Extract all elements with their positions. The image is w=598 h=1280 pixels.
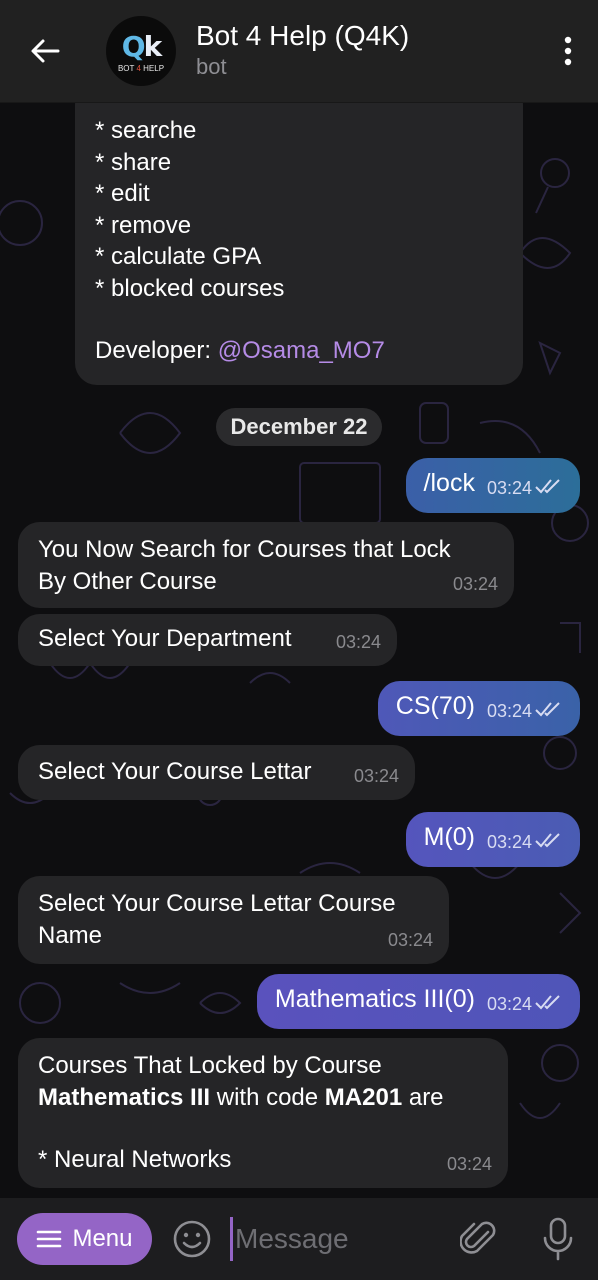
message-incoming[interactable]: Select Your Course Lettar Course Name 03… (18, 876, 449, 964)
emoji-icon[interactable] (172, 1219, 212, 1259)
more-vertical-icon (564, 36, 572, 66)
message-incoming[interactable]: Select Your Course Lettar 03:24 (18, 745, 415, 800)
chat-subtitle: bot (196, 54, 227, 79)
developer-link[interactable]: @Osama_MO7 (218, 337, 385, 364)
message-input[interactable] (230, 1217, 440, 1261)
message-outgoing[interactable]: M(0) 03:24 (405, 812, 580, 867)
message-outgoing[interactable]: Mathematics III(0) 03:24 (256, 974, 580, 1029)
result-sentence: Mathematics III with code MA201 are (38, 1083, 444, 1111)
developer-line: Developer: @Osama_MO7 (95, 337, 385, 364)
avatar-brand: BOT 4 HELP (117, 63, 165, 73)
command-list-item: * blocked courses (95, 274, 285, 302)
back-arrow-icon (31, 39, 60, 63)
message-composer: Menu (0, 1198, 598, 1280)
chat-title: Bot 4 Help (Q4K) (196, 20, 410, 51)
more-options-button[interactable] (538, 0, 598, 103)
command-list-item: * remove (95, 211, 192, 239)
message-incoming-result[interactable]: Courses That Locked by Course Mathematic… (18, 1038, 508, 1188)
command-list-item: * calculate GPA (95, 243, 262, 270)
message-bot-commands[interactable]: * searche * share * edit * remove * calc… (75, 103, 523, 385)
avatar[interactable]: Qk BOT 4 HELP (106, 16, 176, 86)
read-ticks-icon (535, 702, 560, 717)
avatar-logo: Qk (121, 29, 162, 63)
chat-area[interactable]: * searche * share * edit * remove * calc… (0, 103, 598, 1198)
message-incoming[interactable]: Select Your Department 03:24 (18, 614, 397, 666)
read-ticks-icon (535, 833, 560, 848)
back-button[interactable] (0, 0, 90, 103)
message-incoming[interactable]: You Now Search for Courses that Lock By … (18, 522, 514, 608)
chat-title-block[interactable]: Bot 4 Help (Q4K) bot (196, 20, 538, 82)
chat-header: Qk BOT 4 HELP Bot 4 Help (Q4K) bot (0, 0, 598, 103)
attach-icon[interactable] (460, 1218, 498, 1260)
message-outgoing[interactable]: /lock 03:24 (405, 458, 580, 513)
menu-button[interactable]: Menu (17, 1213, 152, 1265)
command-list-item: * edit (95, 180, 150, 207)
date-separator: December 22 (216, 408, 382, 446)
read-ticks-icon (535, 995, 560, 1010)
mic-icon[interactable] (541, 1216, 575, 1262)
result-list-item: * Neural Networks (38, 1146, 232, 1173)
command-list-item: * searche (95, 117, 197, 144)
message-outgoing[interactable]: CS(70) 03:24 (377, 681, 580, 736)
menu-lines-icon (37, 1230, 62, 1248)
command-list-item: * share (95, 148, 172, 176)
read-ticks-icon (535, 479, 560, 494)
